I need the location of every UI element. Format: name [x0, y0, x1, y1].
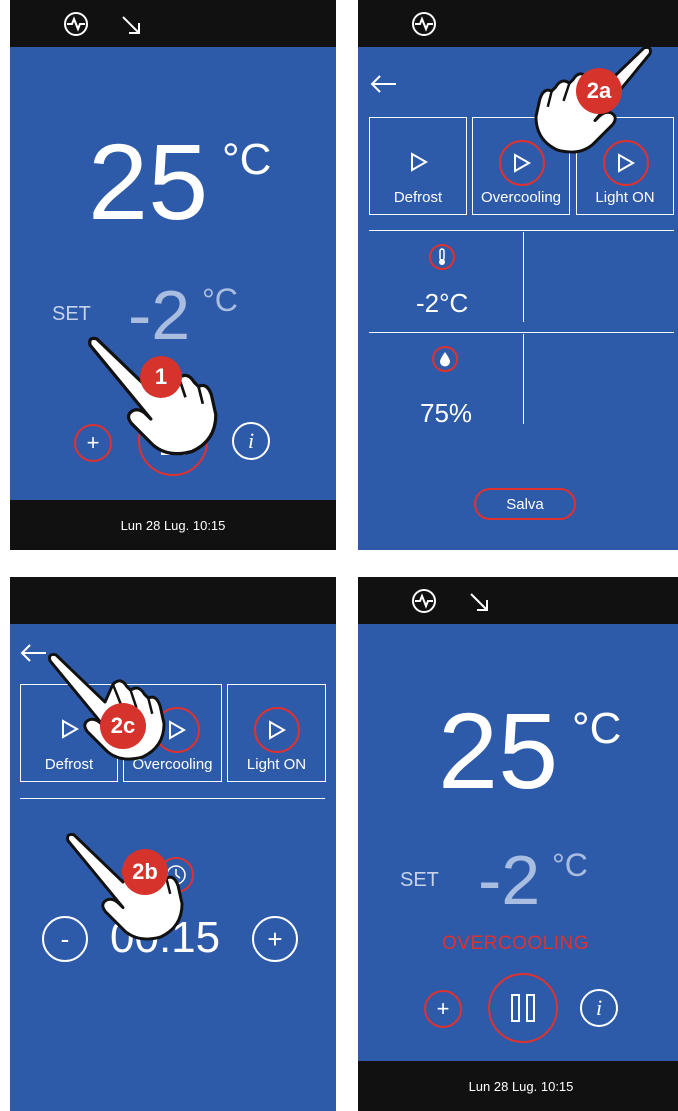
tile-label: Overcooling	[480, 189, 562, 206]
arrow-down-right-icon	[470, 593, 488, 611]
plus-label: +	[267, 923, 283, 954]
divider	[369, 332, 674, 333]
tile-defrost[interactable]: Defrost	[369, 117, 467, 215]
screen-overcooling-timer: Defrost Overcooling Light ON - 00:15 + 2…	[10, 577, 336, 1111]
status-bar	[358, 577, 678, 624]
status-label: OVERCOOLING	[442, 933, 589, 954]
humidity-drop-icon	[432, 346, 458, 372]
divider	[523, 232, 524, 322]
step-badge: 2b	[122, 849, 168, 895]
temperature-unit: °C	[222, 135, 272, 184]
tile-label: Light ON	[595, 189, 655, 206]
set-temperature: -2°C	[416, 288, 469, 318]
date-time: Lun 28 Lug. 10:15	[468, 1078, 574, 1094]
date-bar: Lun 28 Lug. 10:15	[358, 1061, 678, 1111]
play-button	[254, 707, 300, 753]
date-bar: Lun 28 Lug. 10:15	[10, 500, 336, 550]
current-temperature: 25	[88, 121, 209, 242]
humidity-value: 75%	[420, 398, 473, 428]
pointing-hand-icon	[48, 645, 166, 763]
info-icon: i	[595, 995, 603, 1020]
set-label: SET	[52, 303, 91, 325]
info-button[interactable]: i	[232, 422, 270, 460]
pause-icon	[511, 994, 535, 1022]
thermometer-icon	[429, 244, 455, 270]
play-icon	[269, 720, 286, 740]
set-label: SET	[400, 869, 439, 891]
screen-home-overcooling: 25 °C SET -2 °C OVERCOOLING + i Lun 28 L…	[358, 577, 678, 1111]
pause-button[interactable]	[488, 973, 558, 1043]
activity-icon	[412, 589, 436, 613]
play-icon	[514, 153, 531, 173]
step-badge: 1	[140, 356, 182, 398]
date-time: Lun 28 Lug. 10:15	[120, 517, 226, 533]
arrow-down-right-icon	[122, 16, 140, 34]
plus-button[interactable]: +	[252, 916, 298, 962]
play-icon	[618, 153, 635, 173]
set-unit: °C	[552, 847, 588, 883]
current-temperature: 25	[438, 690, 559, 811]
tile-light-on[interactable]: Light ON	[227, 684, 326, 782]
status-bar	[10, 577, 336, 624]
tile-label: Defrost	[393, 189, 443, 206]
step-badge: 2c	[100, 703, 146, 749]
temperature-unit: °C	[572, 704, 622, 753]
screen-functions: Defrost Overcooling Light ON -2°C 75% Sa…	[358, 0, 678, 550]
plus-label: +	[436, 996, 450, 1021]
info-icon: i	[247, 428, 255, 453]
back-arrow-icon[interactable]	[370, 74, 398, 94]
status-bar	[10, 0, 336, 47]
screen-home: 25 °C SET -2 °C + i 1 Lun 28 Lug. 10:15	[10, 0, 336, 550]
set-value: -2	[478, 841, 541, 919]
plus-button[interactable]: +	[424, 990, 462, 1028]
tile-label: Light ON	[246, 756, 307, 773]
step-badge: 2a	[576, 68, 622, 114]
back-arrow-icon[interactable]	[20, 643, 48, 663]
activity-icon	[64, 12, 88, 36]
play-icon	[169, 720, 186, 740]
divider	[20, 798, 325, 799]
save-button[interactable]: Salva	[474, 488, 576, 520]
save-label: Salva	[506, 495, 544, 513]
activity-icon	[412, 12, 436, 36]
set-unit: °C	[202, 282, 238, 318]
play-icon	[411, 152, 428, 172]
info-button[interactable]: i	[580, 989, 618, 1027]
divider	[523, 334, 524, 424]
divider	[369, 230, 674, 231]
